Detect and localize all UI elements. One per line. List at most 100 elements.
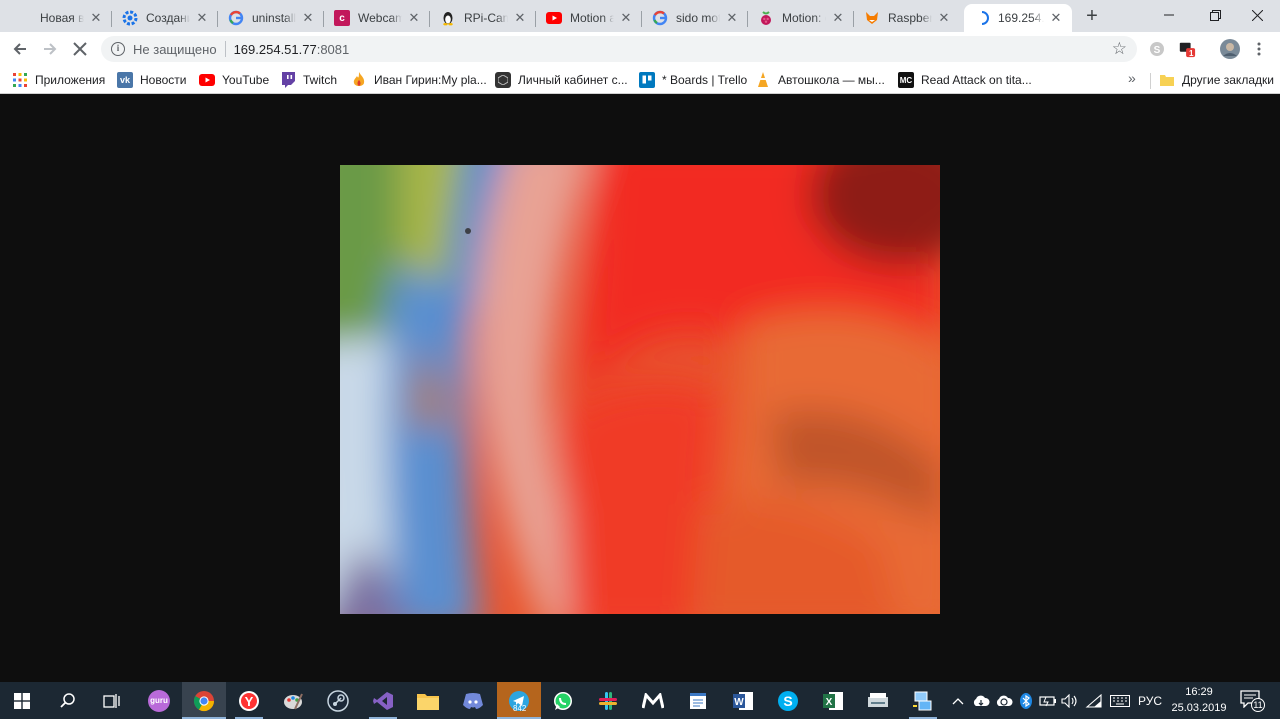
tab-raspberry-fox[interactable]: Raspberr ✕: [854, 4, 960, 32]
vk-icon: vk: [117, 72, 133, 88]
menu-kebab-icon[interactable]: [1250, 40, 1268, 58]
tab-uninstall[interactable]: uninstall ✕: [218, 4, 324, 32]
scanner-icon: [868, 692, 888, 707]
tab-new-tab[interactable]: Новая вкладка ✕: [6, 4, 112, 32]
onedrive-cloud-icon[interactable]: [970, 682, 992, 719]
url-host: 169.254.51.77: [233, 41, 317, 57]
new-tab-button[interactable]: +: [1081, 5, 1103, 27]
show-hidden-icons-chevron-icon[interactable]: [950, 682, 966, 719]
bookmark-avtoshkola[interactable]: Автошкола — мы...: [755, 71, 885, 89]
close-window-button[interactable]: [1234, 0, 1280, 30]
taskbar-app-chrome[interactable]: [182, 682, 226, 719]
google-icon: [228, 10, 244, 26]
taskbar-app-telegram[interactable]: 842: [497, 682, 541, 719]
taskbar-app-guru[interactable]: guru: [137, 682, 181, 719]
more-bookmarks-chevron-icon[interactable]: »: [1128, 70, 1136, 86]
battery-icon[interactable]: [1038, 682, 1058, 719]
task-view-icon: [103, 693, 120, 708]
close-icon[interactable]: ✕: [936, 10, 952, 26]
svg-text:X: X: [826, 697, 833, 708]
notepad-icon: [690, 692, 706, 709]
notification-count: 11: [1251, 698, 1265, 712]
taskbar-app-explorer[interactable]: [406, 682, 450, 719]
linux-tux-icon: [440, 10, 456, 26]
tab-active-camera[interactable]: 169.254.5 ✕: [964, 4, 1072, 32]
raspberry-icon: [758, 10, 774, 26]
taskbar-app-discord[interactable]: [451, 682, 495, 719]
extension-icon[interactable]: 1: [1178, 40, 1196, 58]
search-icon: [60, 692, 75, 708]
avatar[interactable]: [1220, 39, 1240, 59]
taskbar-app-skype[interactable]: S: [766, 682, 810, 719]
dark-cube-icon: [495, 72, 511, 88]
tab-motion-raspberry[interactable]: Motion: c ✕: [748, 4, 854, 32]
taskbar-app-mendeley[interactable]: [631, 682, 675, 719]
tab-rpi-cam[interactable]: RPi-Cam ✕: [430, 4, 536, 32]
close-icon[interactable]: ✕: [88, 10, 104, 26]
taskbar-app-notepad[interactable]: [676, 682, 720, 719]
tab-webcam[interactable]: c Webcam ✕: [324, 4, 430, 32]
close-icon[interactable]: ✕: [1048, 10, 1064, 26]
mendeley-icon: [642, 692, 664, 708]
bookmark-trello[interactable]: * Boards | Trello: [639, 71, 747, 89]
bookmark-ivan-girin[interactable]: Иван Гирин:My pla...: [351, 71, 487, 89]
close-icon[interactable]: ✕: [300, 10, 316, 26]
close-icon: [73, 42, 87, 56]
windows-taskbar: guru Y 842 W S X РУС 16:29 25.03.2019 11: [0, 682, 1280, 719]
taskbar-app-network-tool[interactable]: [901, 682, 945, 719]
forward-button[interactable]: [36, 35, 64, 63]
bookmark-youtube[interactable]: YouTube: [199, 71, 269, 89]
stop-loading-button[interactable]: [66, 35, 94, 63]
other-bookmarks[interactable]: Другие закладки: [1159, 71, 1274, 89]
taskbar-app-steam[interactable]: [316, 682, 360, 719]
bluetooth-icon[interactable]: [1016, 682, 1036, 719]
taskbar-app-visual-studio[interactable]: [361, 682, 405, 719]
bookmark-attack-on-titan[interactable]: MC Read Attack on tita...: [898, 71, 1032, 89]
loading-spinner-icon: [974, 10, 990, 26]
start-button[interactable]: [0, 682, 44, 719]
url-port: :8081: [316, 41, 350, 57]
taskbar-app-excel[interactable]: X: [811, 682, 855, 719]
minimize-button[interactable]: [1146, 0, 1192, 30]
close-icon[interactable]: ✕: [830, 10, 846, 26]
tab-sozdanie[interactable]: Создание ✕: [112, 4, 218, 32]
clock[interactable]: 16:29 25.03.2019: [1168, 684, 1230, 716]
telegram-badge: 842: [513, 704, 527, 713]
close-icon[interactable]: ✕: [512, 10, 528, 26]
taskbar-app-paint[interactable]: [271, 682, 315, 719]
bookmark-lichnyi-kabinet[interactable]: Личный кабинет с...: [495, 71, 628, 89]
tab-sido-motion[interactable]: sido mot ✕: [642, 4, 748, 32]
taskbar-app-whatsapp[interactable]: [541, 682, 585, 719]
close-icon[interactable]: ✕: [724, 10, 740, 26]
info-icon[interactable]: i: [111, 42, 125, 56]
taskbar-app-yandex[interactable]: Y: [227, 682, 271, 719]
bookmark-twitch[interactable]: Twitch: [280, 71, 337, 89]
task-view-button[interactable]: [90, 682, 134, 719]
keyboard-icon[interactable]: [1108, 682, 1132, 719]
volume-icon[interactable]: [1060, 682, 1080, 719]
bookmark-novosti[interactable]: vk Новости: [117, 71, 186, 89]
sync-cloud-icon[interactable]: [993, 682, 1015, 719]
youtube-icon: [546, 10, 562, 26]
taskbar-app-word[interactable]: W: [721, 682, 765, 719]
bookmark-star-icon[interactable]: ☆: [1112, 39, 1127, 59]
taskbar-app-scanner[interactable]: [856, 682, 900, 719]
close-icon[interactable]: ✕: [406, 10, 422, 26]
browser-toolbar: i Не защищено 169.254.51.77 :8081 ☆ S 1: [0, 32, 1280, 66]
address-bar[interactable]: i Не защищено 169.254.51.77 :8081 ☆: [101, 36, 1137, 62]
wifi-icon[interactable]: [1084, 682, 1104, 719]
restore-button[interactable]: [1192, 0, 1238, 30]
tab-title: Motion a: [570, 11, 614, 25]
action-center-button[interactable]: 11: [1240, 690, 1265, 712]
bookmark-apps[interactable]: Приложения: [12, 71, 105, 89]
skype-extension-icon[interactable]: S: [1148, 40, 1166, 58]
tab-motion-youtube[interactable]: Motion a ✕: [536, 4, 642, 32]
search-button[interactable]: [46, 682, 90, 719]
other-bookmarks-label: Другие закладки: [1182, 73, 1274, 87]
close-icon[interactable]: ✕: [618, 10, 634, 26]
network-icon: [913, 691, 932, 710]
language-indicator[interactable]: РУС: [1136, 682, 1164, 719]
taskbar-app-slack[interactable]: [586, 682, 630, 719]
back-button[interactable]: [6, 35, 34, 63]
close-icon[interactable]: ✕: [194, 10, 210, 26]
